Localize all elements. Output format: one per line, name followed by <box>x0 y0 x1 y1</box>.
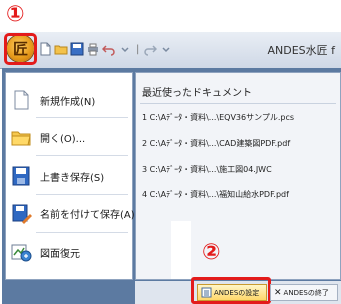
menu-item-new[interactable]: 新規作成(N) <box>6 84 130 116</box>
save-icon[interactable] <box>70 42 84 56</box>
new-document-icon <box>14 90 29 110</box>
recent-document-item[interactable]: 3 C:\Aﾃﾞｰﾀ・資料\...\施工図04.JWC <box>142 164 272 175</box>
recent-title-divider <box>140 103 336 104</box>
menu-item-label: 開く(O)... <box>40 133 86 145</box>
print-icon[interactable] <box>86 42 100 56</box>
menu-divider <box>36 117 128 118</box>
new-file-icon[interactable] <box>38 42 52 56</box>
quick-access-toolbar: | <box>38 41 173 57</box>
menu-divider <box>36 194 128 195</box>
menu-item-open[interactable]: 開く(O)... <box>6 121 130 153</box>
menu-item-save[interactable]: 上書き保存(S) <box>6 160 130 192</box>
save-icon <box>12 166 30 186</box>
menu-item-label: 新規作成(N) <box>40 96 96 108</box>
save-as-icon <box>12 204 32 224</box>
open-folder-icon[interactable] <box>54 42 68 56</box>
window-title: ANDES水匠 f <box>267 44 335 57</box>
dropdown-arrow-icon[interactable] <box>118 42 132 56</box>
undo-icon[interactable] <box>102 42 116 56</box>
restore-drawing-icon <box>11 244 32 262</box>
step-1-marker: ① <box>6 2 25 27</box>
recent-documents-title: 最近使ったドキュメント <box>142 88 252 99</box>
menu-divider <box>36 155 128 156</box>
recent-document-item[interactable]: 4 C:\Aﾃﾞｰﾀ・資料\...\福知山給水PDF.pdf <box>142 189 289 200</box>
menu-item-label: 上書き保存(S) <box>40 172 105 184</box>
menu-item-label: 名前を付けて保存(A)... <box>40 209 145 221</box>
recent-document-item[interactable]: 1 C:\Aﾃﾞｰﾀ・資料\...\EQV36サンプル.pcs <box>142 112 294 123</box>
menu-item-save-as[interactable]: 名前を付けて保存(A)... ▸ <box>6 197 152 229</box>
menu-divider <box>36 232 128 233</box>
step-1-highlight <box>4 33 37 65</box>
title-bar: | ANDES水匠 f <box>0 32 341 69</box>
menu-item-restore-drawing[interactable]: 図面復元 <box>6 236 130 268</box>
redo-icon[interactable] <box>143 42 158 56</box>
andes-exit-button[interactable]: ✕ ANDESの終了 <box>270 284 338 301</box>
close-icon: ✕ <box>274 287 282 298</box>
toolbar-separator: | <box>136 43 140 55</box>
step-2-highlight <box>191 277 271 304</box>
menu-item-label: 図面復元 <box>40 248 80 260</box>
folder-open-icon <box>11 131 31 146</box>
blank-area <box>171 221 191 279</box>
recent-document-item[interactable]: 2 C:\Aﾃﾞｰﾀ・資料\...\CAD建築図PDF.pdf <box>142 138 290 149</box>
screenshot-stage: ① | ANDES水匠 f 匠 新規作成(N) 開く(O)... 上書き保存(S… <box>0 0 341 304</box>
step-2-marker: ② <box>202 240 221 265</box>
customize-toolbar-icon[interactable] <box>159 42 173 56</box>
andes-exit-label: ANDESの終了 <box>283 288 329 297</box>
